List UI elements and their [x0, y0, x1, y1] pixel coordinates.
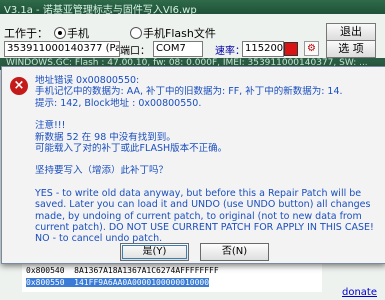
dialog-message: 地址错误 0x00800550: 手机记忆中的数据为: AA, 补丁中的旧数据为… [35, 75, 380, 245]
gear-icon[interactable]: ⚙ [304, 41, 319, 56]
donate-link[interactable]: donate [342, 287, 377, 298]
speed-label: 速率： [215, 46, 245, 57]
imei-field[interactable]: 353911000140377 (Password B [4, 41, 120, 57]
yes-button[interactable]: 是(Y) [120, 243, 189, 261]
msg-line: 新数据 52 在 98 中没有找到到。 [35, 131, 176, 143]
hex-row[interactable]: 0x800540 8A1367A18A1367A1C6274AFFFFFFFF [26, 266, 219, 275]
msg-line: 地址错误 0x00800550: [35, 75, 140, 86]
hex-view[interactable]: 0x800540 8A1367A18A1367A1C6274AFFFFFFFF … [22, 262, 322, 292]
port-select[interactable]: COM7 [153, 41, 203, 57]
port-label: 端口： [120, 46, 150, 57]
exit-button[interactable]: 退出 [326, 23, 376, 41]
msg-line: 手机记忆中的数据为: AA, 补丁中的旧数据为: FF, 补丁中的新数据为: 1… [35, 86, 343, 98]
phone-radio[interactable] [54, 27, 66, 39]
msg-line: 提示: 142, Block地址 : 0x00800550. [35, 97, 202, 109]
speed-select[interactable]: 115200 [242, 41, 284, 57]
hex-address: 0x800550 [26, 278, 65, 287]
window-title: V3.1a - 诺基亚管理标志与固件写入VI6.wp [4, 5, 197, 16]
hex-bytes: 141FF9A6AA0A0000100000010000 [74, 278, 210, 287]
msg-line: 可能载入了对的补丁或此FLASH版本不正确。 [35, 143, 228, 155]
title-bar: V3.1a - 诺基亚管理标志与固件写入VI6.wp [0, 0, 385, 16]
hex-bytes: 8A1367A18A1367A1C6274AFFFFFFFF [74, 266, 219, 275]
options-button[interactable]: 选 项 [326, 40, 376, 58]
error-icon: × [10, 77, 28, 95]
msg-line-yes: YES - to write old data anyway, but befo… [35, 187, 374, 234]
msg-line: 坚持要写入（增添）此补丁吗？ [35, 165, 169, 177]
stop-icon[interactable] [284, 42, 298, 56]
settings-row: 353911000140377 (Password B 端口： COM7 速率：… [0, 40, 385, 58]
patch-error-dialog: × 地址错误 0x00800550: 手机记忆中的数据为: AA, 补丁中的旧数… [1, 66, 385, 264]
hex-address: 0x800540 [26, 266, 65, 275]
phone-flash-radio[interactable] [130, 27, 142, 39]
no-button[interactable]: 否(N) [200, 243, 269, 261]
hex-row-selected[interactable]: 0x800550 141FF9A6AA0A0000100000010000 [26, 278, 210, 287]
phone-flash-label: 手机Flash文件 [143, 27, 216, 40]
work-on-label: 工作于： [4, 27, 48, 40]
msg-line: 注意!!! [35, 120, 66, 132]
phone-radio-label: 手机 [67, 27, 89, 40]
